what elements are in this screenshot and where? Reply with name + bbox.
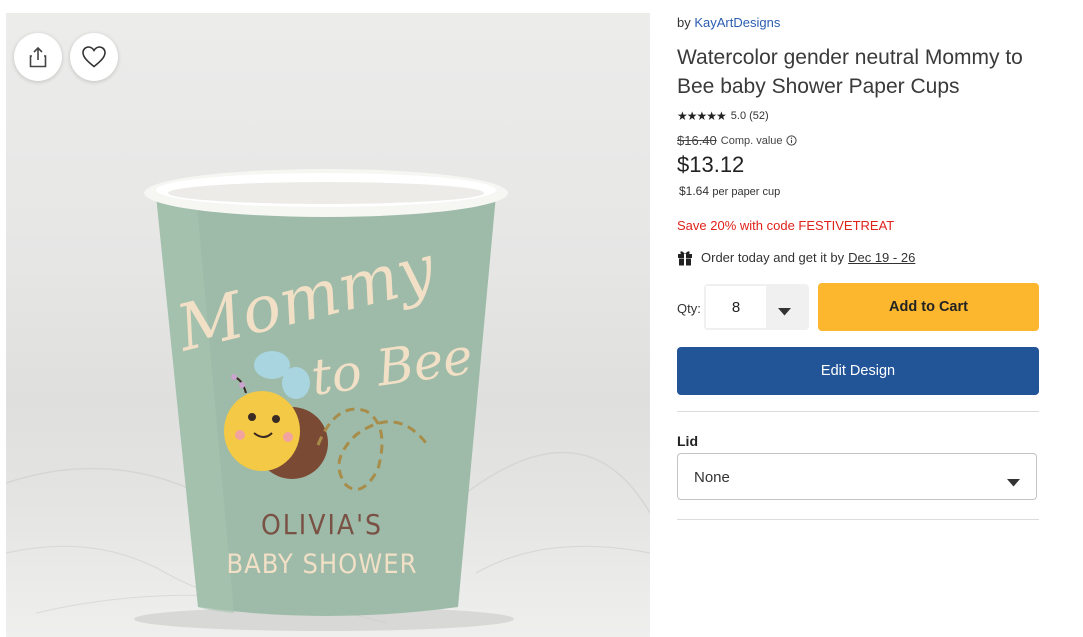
unit-price: $1.64 (679, 184, 710, 198)
favorite-button[interactable] (70, 33, 118, 81)
by-prefix: by (677, 15, 691, 30)
lid-option-label: Lid (677, 433, 698, 449)
chevron-down-icon (1007, 474, 1020, 492)
compare-price: $16.40 (677, 133, 717, 148)
share-button[interactable] (14, 33, 62, 81)
rating-value: 5.0 (730, 110, 747, 122)
paper-cup-illustration: Mommy to Bee OLIVIA'S BABY SHOWER (6, 169, 650, 631)
qty-label: Qty: (677, 301, 701, 316)
delivery-estimate: Order today and get it by Dec 19 - 26 (677, 249, 915, 266)
add-to-cart-button[interactable]: Add to Cart (818, 283, 1039, 331)
product-title: Watercolor gender neutral Mommy to Bee b… (677, 46, 1023, 98)
unit-label: per paper cup (712, 186, 781, 198)
star-rating-icon: ★★★★★ (677, 109, 727, 123)
seller-link[interactable]: KayArtDesigns (694, 15, 780, 30)
quantity-input[interactable]: 8 (706, 286, 766, 328)
heart-icon (82, 46, 106, 68)
delivery-prefix: Order today and get it by (701, 250, 845, 265)
seller-line: by KayArtDesigns (677, 15, 780, 30)
promo-message: Save 20% with code FESTIVETREAT (677, 218, 895, 233)
compare-label: Comp. value (720, 134, 783, 147)
quantity-row: Qty: 8 Add to Cart (677, 283, 1039, 331)
divider (677, 519, 1039, 520)
edit-design-button[interactable]: Edit Design (677, 347, 1039, 395)
compare-price-line: $16.40 Comp. value (677, 133, 797, 148)
sale-price: $13.12 (677, 152, 745, 177)
cup-name-text: OLIVIA'S (261, 508, 383, 541)
quantity-selector[interactable]: 8 (704, 284, 809, 330)
rating-summary[interactable]: ★★★★★ 5.0 (52) (677, 109, 769, 123)
info-icon[interactable] (785, 135, 797, 146)
chevron-down-icon[interactable] (778, 303, 791, 321)
cup-event-text: BABY SHOWER (226, 549, 417, 580)
share-icon (29, 46, 47, 68)
unit-price-line: $1.64 per paper cup (679, 184, 780, 198)
delivery-dates-link[interactable]: Dec 19 - 26 (848, 250, 915, 265)
divider (677, 411, 1039, 412)
product-image[interactable]: Mommy to Bee OLIVIA'S BABY SHOWER (6, 13, 650, 637)
gift-icon (677, 249, 693, 266)
review-count: (52) (749, 110, 769, 122)
lid-select[interactable]: None (677, 453, 1037, 500)
lid-selected-value: None (694, 469, 730, 486)
